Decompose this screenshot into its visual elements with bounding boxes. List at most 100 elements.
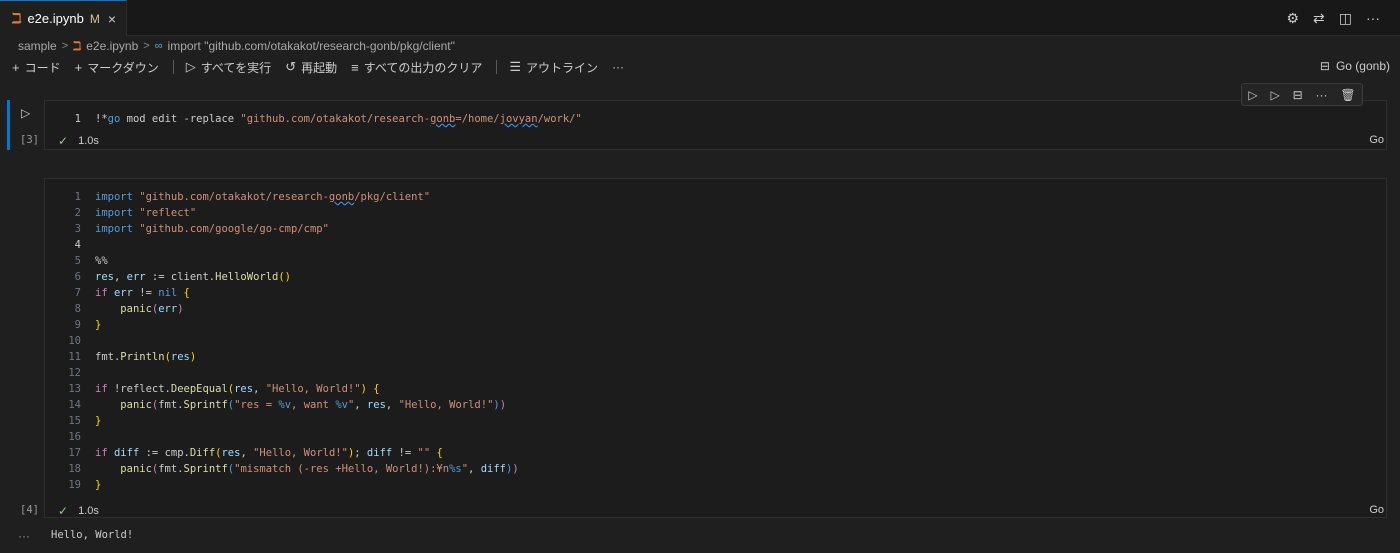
run-all-button[interactable]: ▷ すべてを実行 [186, 59, 271, 76]
line-number: 10 [68, 335, 81, 347]
kernel-picker[interactable]: ⊟ Go (gonb) [1320, 59, 1390, 73]
line-number: 6 [74, 271, 81, 283]
notebook-toolbar: + コード + マークダウン ▷ すべてを実行 ↺ 再起動 ≡ すべての出力のク… [12, 58, 638, 76]
output-more-button[interactable]: ··· [18, 529, 30, 543]
execution-time: 1.0s [78, 135, 99, 147]
line-number: 14 [68, 399, 81, 411]
add-code-cell-button[interactable]: + コード [12, 59, 61, 76]
code-text: res, err := client.HelloWorld() [95, 271, 292, 283]
restart-icon: ↺ [285, 59, 297, 74]
add-markdown-label: マークダウン [87, 60, 159, 75]
compare-icon[interactable]: ⇄ [1313, 10, 1325, 27]
clear-all-icon: ≡ [351, 59, 359, 75]
code-line: 13 if !reflect.DeepEqual(res, "Hello, Wor… [45, 381, 380, 397]
cell-language[interactable]: Go [1369, 504, 1384, 516]
run-all-label: すべてを実行 [200, 60, 272, 75]
line-number: 5 [74, 255, 81, 267]
code-text: import "github.com/google/go-cmp/cmp" [95, 223, 329, 235]
code-line: 15} [45, 413, 101, 429]
code-text: fmt.Println(res) [95, 351, 197, 363]
code-text: if !reflect.DeepEqual(res, "Hello, World… [95, 383, 380, 395]
code-text: panic(fmt.Sprintf("res = %v, want %v", r… [120, 399, 507, 411]
list-icon: ☰ [509, 59, 522, 74]
split-editor-icon[interactable]: ◫ [1339, 10, 1352, 27]
code-line: 6 res, err := client.HelloWorld() [45, 269, 291, 285]
execution-time: 1.0s [78, 505, 99, 517]
cell-output: Hello, World! [51, 529, 134, 541]
code-text: } [95, 319, 102, 331]
run-all-icon: ▷ [185, 59, 196, 74]
add-markdown-cell-button[interactable]: + マークダウン [75, 59, 159, 76]
line-number: 1 [74, 191, 81, 203]
more-icon[interactable]: ··· [1366, 10, 1380, 27]
run-cell-button[interactable]: ▷ [21, 106, 30, 120]
line-number: 12 [68, 367, 81, 379]
code-cell[interactable]: 1 import "github.com/otakakot/research-go… [44, 178, 1387, 518]
code-text: if err != nil { [95, 287, 190, 299]
tab-e2e-ipynb[interactable]: ℶ e2e.ipynb M × [0, 0, 127, 36]
notebook-icon: ℶ [12, 10, 22, 26]
line-number: 11 [68, 351, 81, 363]
execution-count: [3] [20, 134, 39, 146]
code-line: 14 panic(fmt.Sprintf("res = %v, want %v"… [45, 397, 506, 413]
line-number: 17 [68, 447, 81, 459]
split-cell-icon[interactable]: ⊟ [1293, 88, 1303, 102]
line-number: 19 [68, 479, 81, 491]
outline-label: アウトライン [526, 60, 599, 75]
breadcrumb-file[interactable]: e2e.ipynb [86, 39, 138, 53]
outline-button[interactable]: ☰ アウトライン [509, 59, 598, 76]
code-line: 5%% [45, 253, 108, 269]
cell-language[interactable]: Go [1369, 134, 1384, 146]
restart-button[interactable]: ↺ 再起動 [285, 59, 337, 76]
breadcrumb: sample > ℶ e2e.ipynb > ∞ import "github.… [18, 38, 455, 54]
toolbar-more-button[interactable]: ··· [612, 60, 624, 74]
more-icon[interactable]: ··· [1315, 88, 1327, 102]
chevron-right-icon: > [143, 40, 150, 52]
line-number: 13 [68, 383, 81, 395]
code-text: import "github.com/otakakot/research-gon… [95, 191, 431, 203]
cell-focus-indicator [7, 100, 10, 150]
line-number: 3 [74, 223, 81, 235]
line-number: 1 [74, 113, 81, 125]
line-number: 15 [68, 415, 81, 427]
close-icon[interactable]: × [108, 11, 116, 27]
line-number: 9 [74, 319, 81, 331]
restart-label: 再起動 [301, 60, 338, 75]
code-line: 3 import "github.com/google/go-cmp/cmp" [45, 221, 329, 237]
run-above-icon[interactable]: ▷ [1248, 88, 1257, 102]
code-text: %% [95, 255, 108, 267]
code-line: 16 [45, 429, 95, 445]
modified-indicator: M [89, 11, 100, 26]
code-cell[interactable]: 1 !*go mod edit -replace "github.com/otak… [44, 100, 1387, 150]
code-line: 12 [45, 365, 95, 381]
line-number: 7 [74, 287, 81, 299]
check-icon: ✓ [58, 504, 69, 518]
code-line: 10 [45, 333, 95, 349]
settings-icon[interactable]: ⚙ [1286, 10, 1299, 27]
code-text: } [95, 479, 102, 491]
line-number: 18 [68, 463, 81, 475]
code-line: 8 panic(err) [45, 301, 184, 317]
code-line: 7 if err != nil { [45, 285, 190, 301]
code-line: 19} [45, 477, 101, 493]
notebook-icon: ℶ [73, 39, 82, 53]
editor-tab-bar: ℶ e2e.ipynb M × ⚙ ⇄ ◫ ··· [0, 0, 1400, 36]
breadcrumb-symbol[interactable]: import "github.com/otakakot/research-gon… [168, 39, 455, 53]
run-below-icon[interactable]: ▷ [1271, 88, 1280, 102]
execution-count: [4] [20, 504, 39, 516]
editor-actions: ⚙ ⇄ ◫ ··· [1286, 10, 1380, 27]
clear-outputs-button[interactable]: ≡ すべての出力のクリア [351, 59, 482, 76]
line-number: 16 [68, 431, 81, 443]
kernel-label: Go (gonb) [1335, 59, 1390, 73]
code-line: 9} [45, 317, 102, 333]
delete-icon[interactable]: 🗑 [1340, 88, 1355, 102]
code-text: if diff := cmp.Diff(res, "Hello, World!"… [95, 447, 443, 459]
code-line: 1 !*go mod edit -replace "github.com/otak… [45, 111, 582, 127]
code-line: 1 import "github.com/otakakot/research-go… [45, 189, 430, 205]
breadcrumb-folder[interactable]: sample [18, 39, 57, 53]
code-line: 2 import "reflect" [45, 205, 197, 221]
code-line: 11 fmt.Println(res) [45, 349, 196, 365]
line-number: 8 [74, 303, 81, 315]
tab-label: e2e.ipynb [27, 11, 84, 26]
execution-status: ✓ 1.0s [58, 134, 99, 148]
